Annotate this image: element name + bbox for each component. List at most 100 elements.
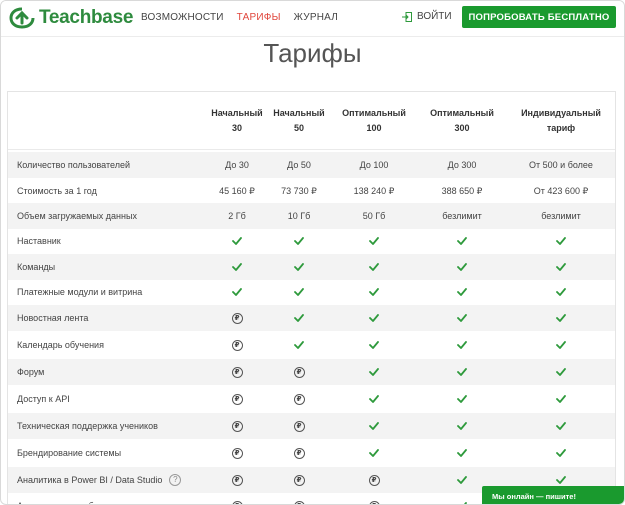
plan-size: тариф [546,123,576,133]
ruble-coin-icon[interactable]: ₽ [231,474,243,486]
ruble-coin-icon[interactable]: ₽ [293,393,305,405]
feature-label: Календарь обучения [17,332,104,358]
check-icon [369,263,379,271]
nav-journal[interactable]: Журнал [294,12,338,23]
table-row: Команды [8,254,615,280]
ruble-coin-icon[interactable]: ₽ [231,366,243,378]
feature-label: Объем загружаемых данных [17,203,137,229]
ruble-coin-icon[interactable]: ₽ [231,420,243,432]
included-cell [259,228,339,254]
check-icon [457,237,467,245]
included-cell [521,359,601,385]
feature-label-text: Аналитика в Power BI / Data Studio [17,475,163,485]
try-free-button[interactable]: Попробовать бесплатно [462,6,616,28]
plan-header-4: Индивидуальный тариф [521,106,601,136]
included-cell [422,279,502,305]
table-row: Количество пользователей До 30 До 50 До 100… [8,152,615,178]
check-icon [369,395,379,403]
included-cell [422,359,502,385]
feature-label: Наставник [17,228,61,254]
ruble-coin-icon[interactable]: ₽ [293,366,305,378]
browser-frame: Teachbase Возможности Тарифы Журнал Войт… [0,0,625,505]
table-row: Платежные модули и витрина [8,279,615,305]
ruble-coin-icon[interactable]: ₽ [293,474,305,486]
feature-label: Форум [17,359,44,385]
value-cell: От 500 и более [529,160,593,170]
ruble-coin-icon[interactable]: ₽ [368,500,380,504]
table-row: Брендирование системы ₽ ₽ [8,440,615,466]
paid-option-cell: ₽ [259,467,339,493]
login-link[interactable]: Войти [402,11,452,22]
ruble-coin-icon[interactable]: ₽ [231,500,243,504]
check-icon [556,449,566,457]
table-row: Календарь обучения ₽ [8,332,615,358]
ruble-coin-icon[interactable]: ₽ [231,447,243,459]
ruble-coin-icon[interactable]: ₽ [231,339,243,351]
check-icon [369,449,379,457]
feature-label-text: Количество пользователей [17,160,130,170]
feature-label: Команды [17,254,55,280]
login-icon [402,11,412,22]
ruble-coin-icon[interactable]: ₽ [293,420,305,432]
included-cell [334,279,414,305]
feature-label-text: Наставник [17,236,61,246]
plan-name: Индивидуальный [521,108,601,118]
help-icon[interactable]: ? [169,474,182,486]
ruble-coin-icon[interactable]: ₽ [293,447,305,459]
table-row: Наставник [8,228,615,254]
check-icon [294,314,304,322]
plan-name: Оптимальный [430,108,494,118]
ruble-coin-icon[interactable]: ₽ [293,500,305,504]
feature-label: Платежные модули и витрина [17,279,142,305]
plan-header-2: Оптимальный 100 [334,106,414,136]
plan-header-1: Начальный 50 [259,106,339,136]
check-icon [369,368,379,376]
site-header: Teachbase Возможности Тарифы Журнал Войт… [1,1,624,37]
nav-features[interactable]: Возможности [141,12,224,23]
feature-label-text: Новостная лента [17,313,89,323]
included-cell [521,228,601,254]
check-icon [556,341,566,349]
logo[interactable]: Teachbase [9,7,133,29]
check-icon [457,476,467,484]
value-cell: До 50 [287,160,311,170]
feature-label-text: Платежные модули и витрина [17,287,143,297]
feature-label-text: Команды [17,262,56,272]
paid-option-cell: ₽ [259,413,339,439]
ruble-coin-icon[interactable]: ₽ [231,393,243,405]
teachbase-logo-icon [9,7,35,29]
ruble-coin-icon[interactable]: ₽ [231,312,243,324]
value-cell: До 100 [359,160,389,170]
included-cell [334,332,414,358]
included-cell [521,305,601,331]
value-cell: 50 Гб [362,211,386,221]
feature-label-text: Брендирование системы [17,448,122,458]
pricing-table-header: Начальный 30 Начальный 50 Оптимальный 100 Опти… [8,92,615,150]
table-row: Техническая поддержка учеников ₽ ₽ [8,413,615,439]
feature-label: Доступ к API [17,386,70,412]
check-icon [294,237,304,245]
included-cell [259,305,339,331]
included-cell [334,254,414,280]
check-icon [232,237,242,245]
included-cell [422,254,502,280]
feature-label-text: Доступ к API [17,394,70,404]
check-icon [232,263,242,271]
feature-label: Количество пользователей [17,152,130,178]
nav-pricing[interactable]: Тарифы [237,12,281,23]
check-icon [369,422,379,430]
check-icon [369,237,379,245]
check-icon [556,476,566,484]
included-cell [521,254,601,280]
value-cell: безлимит [442,211,482,221]
included-cell [422,386,502,412]
paid-option-cell: ₽ [259,386,339,412]
chat-widget-button[interactable]: Мы онлайн — пишите! [482,486,624,504]
feature-label-text: Форум [17,367,45,377]
included-cell [334,305,414,331]
pricing-table: Начальный 30 Начальный 50 Оптимальный 100 Опти… [7,91,616,504]
feature-label: Техническая поддержка учеников [17,413,158,439]
paid-option-cell: ₽ [259,359,339,385]
ruble-coin-icon[interactable]: ₽ [368,474,380,486]
check-icon [294,341,304,349]
